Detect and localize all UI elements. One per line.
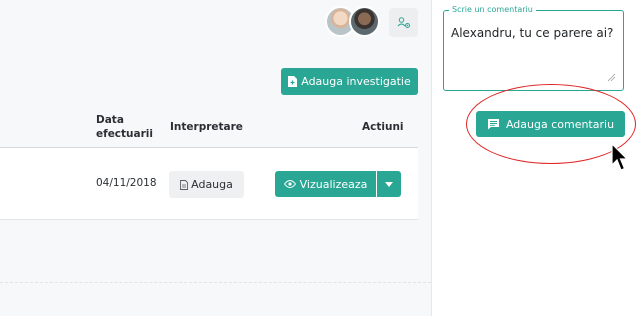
add-investigation-label: Adauga investigatie: [301, 75, 411, 88]
table-row: 04/11/2018 Adauga Vizualizeaza: [0, 148, 418, 220]
page: Adauga investigatie Data efectuarii Inte…: [0, 0, 640, 316]
view-button[interactable]: Vizualizeaza: [275, 171, 376, 197]
comment-input-value[interactable]: Alexandru, tu ce parere ai?: [451, 26, 613, 40]
avatar[interactable]: [349, 6, 380, 37]
chevron-down-icon: [385, 181, 393, 187]
dashed-divider: [0, 282, 431, 283]
file-plus-icon: [288, 76, 298, 87]
date-cell: 04/11/2018: [96, 177, 157, 189]
table-header: Data efectuarii Interpretare Actiuni: [0, 110, 418, 147]
add-investigation-button[interactable]: Adauga investigatie: [281, 68, 418, 95]
view-options-dropdown[interactable]: [377, 171, 401, 197]
add-interpretation-label: Adauga: [191, 178, 233, 191]
add-interpretation-button[interactable]: Adauga: [169, 171, 244, 198]
column-header-actions: Actiuni: [362, 121, 404, 133]
column-header-interpretation: Interpretare: [170, 121, 243, 133]
investigations-panel: Adauga investigatie Data efectuarii Inte…: [0, 0, 431, 316]
participants: [325, 6, 383, 38]
view-button-label: Vizualizeaza: [299, 177, 368, 191]
mouse-cursor-icon: [611, 143, 629, 171]
eye-icon: [283, 180, 296, 188]
people-settings-button[interactable]: [389, 8, 418, 37]
comment-input-label: Scrie un comentariu: [449, 5, 536, 14]
file-icon: [180, 179, 189, 190]
people-settings-icon: [397, 16, 410, 28]
comment-input[interactable]: [443, 10, 624, 91]
column-header-date: Data efectuarii: [96, 114, 153, 140]
resize-grip-icon[interactable]: [606, 72, 616, 82]
